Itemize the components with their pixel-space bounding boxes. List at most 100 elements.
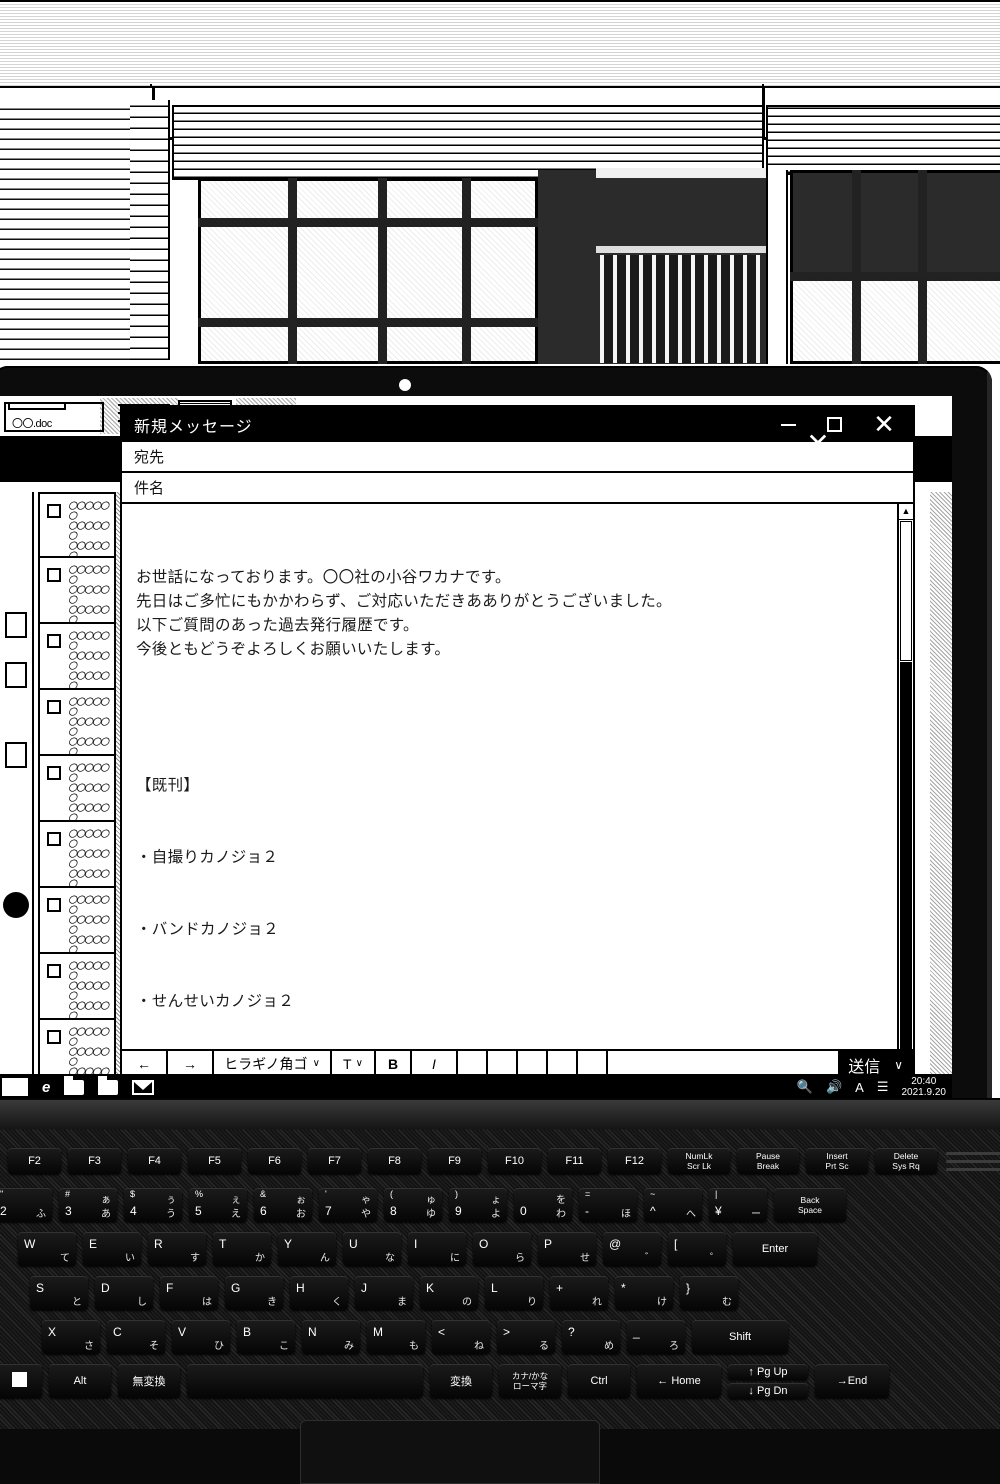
key-J[interactable]: Jま	[355, 1276, 413, 1310]
minimize-icon[interactable]	[771, 407, 805, 442]
keyboard-modifier-row[interactable]: Alt 無変換 変換 カナ/かな ローマ字 Ctrl ← Home ↑ Pg Up ↓ Pg D…	[0, 1364, 889, 1399]
key-}[interactable]: } む	[680, 1276, 738, 1310]
chevron-down-icon[interactable]: ∨	[894, 1058, 903, 1072]
keyboard-function-row[interactable]: F2 F3 F4 F5 F6 F7 F8 F9 F10 F11 F12 NumLk Scr Lk Paus…	[8, 1148, 937, 1174]
key-M[interactable]: Mも	[367, 1320, 425, 1354]
body-scrollbar[interactable]: ▲	[897, 504, 913, 1049]
compose-titlebar[interactable]: 新規メッセージ ✕	[122, 407, 913, 442]
key-5[interactable]: % 5 ぇえ	[189, 1188, 247, 1222]
windows-start-icon[interactable]	[2, 1078, 28, 1096]
checkbox[interactable]	[47, 898, 61, 912]
key-[interactable]	[187, 1364, 423, 1398]
search-icon[interactable]: 🔍	[797, 1079, 813, 1095]
checkbox[interactable]	[47, 1030, 61, 1044]
folder-icon[interactable]	[98, 1080, 118, 1095]
list-item[interactable]: 〇〇〇〇〇〇〇〇〇〇〇〇〇〇〇〇〇〇	[38, 954, 116, 1020]
key-F2[interactable]: F2	[8, 1148, 61, 1174]
bold-button[interactable]: B	[376, 1050, 412, 1077]
key-0[interactable]: 0をわ	[514, 1188, 572, 1222]
checkbox[interactable]	[47, 634, 61, 648]
key-B[interactable]: Bこ	[237, 1320, 295, 1354]
key-N[interactable]: Nみ	[302, 1320, 360, 1354]
key-W[interactable]: Wて	[18, 1232, 76, 1266]
menu-icon[interactable]: ☰	[877, 1079, 889, 1095]
key->[interactable]: > る	[497, 1320, 555, 1354]
font-family-select[interactable]: ヒラギノ角ゴ ∨	[214, 1050, 332, 1077]
key-L[interactable]: Lり	[485, 1276, 543, 1310]
keyboard-home-row[interactable]: S と D し F は G き H く J ま K の L り + れ * け} む	[30, 1276, 738, 1310]
key-F3[interactable]: F3	[68, 1148, 121, 1174]
key-F5[interactable]: F5	[188, 1148, 241, 1174]
key-@[interactable]: @ ゛	[603, 1232, 661, 1266]
rail-item-icon[interactable]	[5, 662, 27, 688]
key-P[interactable]: Pせ	[538, 1232, 596, 1266]
key-F7[interactable]: F7	[308, 1148, 361, 1174]
scrollbar-track[interactable]	[900, 662, 912, 1049]
key-S[interactable]: Sと	[30, 1276, 88, 1310]
key-4[interactable]: $4 ぅう	[124, 1188, 182, 1222]
toolbar-slot[interactable]	[518, 1050, 548, 1077]
key--[interactable]: = - ほ	[579, 1188, 637, 1222]
key-無変換[interactable]: 無変換	[118, 1364, 180, 1398]
key-^[interactable]: ~ ^ へ	[644, 1188, 702, 1222]
volume-icon[interactable]: 🔊	[826, 1079, 842, 1095]
key-pgup[interactable]: ↑ Pg Up	[728, 1364, 808, 1380]
key-special[interactable]: Pause Break	[737, 1148, 799, 1174]
key-<[interactable]: < ね	[432, 1320, 490, 1354]
key-_[interactable]: _ ろ	[627, 1320, 685, 1354]
inbox-list[interactable]: 〇〇〇〇〇〇 〇〇〇〇〇〇 〇〇〇〇〇〇 〇〇〇〇〇〇 〇〇〇〇〇〇 〇〇〇〇〇〇 〇〇〇〇…	[38, 492, 116, 1094]
scroll-up-icon[interactable]: ▲	[899, 504, 913, 520]
toolbar-slot[interactable]	[578, 1050, 608, 1077]
taskbar-clock[interactable]: 20:40 2021.9.20	[902, 1076, 947, 1098]
recipient-field-row[interactable]: 宛先	[122, 442, 913, 473]
key-E[interactable]: Eい	[83, 1232, 141, 1266]
key-2[interactable]: " 2 ふ	[0, 1188, 52, 1222]
subject-field-row[interactable]: 件名	[122, 473, 913, 504]
ime-mode-a-icon[interactable]: A	[855, 1080, 864, 1095]
key-X[interactable]: Xさ	[42, 1320, 100, 1354]
key-K[interactable]: Kの	[420, 1276, 478, 1310]
key-enter[interactable]: Enter	[733, 1232, 817, 1266]
key-Y[interactable]: Yん	[278, 1232, 336, 1266]
checkbox[interactable]	[47, 832, 61, 846]
list-item[interactable]: 〇〇〇〇〇〇〇〇〇〇〇〇〇〇〇〇〇〇	[38, 558, 116, 624]
key-?[interactable]: ? め	[562, 1320, 620, 1354]
key-T[interactable]: Tか	[213, 1232, 271, 1266]
rail-avatar[interactable]	[3, 892, 29, 918]
key-windows[interactable]	[0, 1364, 42, 1398]
key-G[interactable]: Gき	[225, 1276, 283, 1310]
font-size-select[interactable]: T ∨	[332, 1050, 376, 1077]
rail-item-icon[interactable]	[5, 612, 27, 638]
key-Alt[interactable]: Alt	[49, 1364, 111, 1398]
key-F6[interactable]: F6	[248, 1148, 301, 1174]
key-F4[interactable]: F4	[128, 1148, 181, 1174]
key-F[interactable]: Fは	[160, 1276, 218, 1310]
keyboard-number-row[interactable]: " 2 ふ #3 ぁあ $4 ぅう% 5 ぇえ & 6 ぉお ' 7 ゃや (8 ゅゆ) 9 ょよ 0 をわ = - ほ ~ ^ へ…	[0, 1188, 846, 1222]
list-item[interactable]: 〇〇〇〇〇〇〇〇〇〇〇〇〇〇〇〇〇〇	[38, 822, 116, 888]
rail-item-icon[interactable]	[5, 742, 27, 768]
keyboard-bottom-letter-row[interactable]: X さ C そ V ひ B こ N み M も < ね > る? め _ ろ Shift	[42, 1320, 788, 1354]
list-item[interactable]: 〇〇〇〇〇〇〇〇〇〇〇〇〇〇〇〇〇〇	[38, 690, 116, 756]
key-C[interactable]: Cそ	[107, 1320, 165, 1354]
key-F10[interactable]: F10	[488, 1148, 541, 1174]
key-F9[interactable]: F9	[428, 1148, 481, 1174]
key-U[interactable]: Uな	[343, 1232, 401, 1266]
toolbar-slot[interactable]	[458, 1050, 488, 1077]
toolbar-slot[interactable]	[488, 1050, 518, 1077]
list-item[interactable]: 〇〇〇〇〇〇〇〇〇〇〇〇〇〇〇〇〇〇	[38, 624, 116, 690]
document-thumbnail[interactable]: 〇〇.doc	[4, 402, 104, 432]
mail-envelope-icon[interactable]	[132, 1080, 154, 1095]
key-O[interactable]: Oら	[473, 1232, 531, 1266]
toolbar-slot[interactable]	[548, 1050, 578, 1077]
trackpad[interactable]	[300, 1420, 600, 1484]
key-special[interactable]: Delete Sys Rq	[875, 1148, 937, 1174]
key-special[interactable]: Insert Prt Sc	[806, 1148, 868, 1174]
list-item[interactable]: 〇〇〇〇〇〇〇〇〇〇〇〇〇〇〇〇〇〇	[38, 756, 116, 822]
list-item[interactable]: 〇〇〇〇〇〇〇〇〇〇〇〇〇〇〇〇〇〇	[38, 492, 116, 558]
scrollbar-thumb[interactable]	[900, 521, 912, 661]
italic-button[interactable]: I	[412, 1050, 458, 1077]
folder-icon[interactable]	[64, 1080, 84, 1095]
key-7[interactable]: ' 7 ゃや	[319, 1188, 377, 1222]
key-6[interactable]: & 6 ぉお	[254, 1188, 312, 1222]
key-F12[interactable]: F12	[608, 1148, 661, 1174]
